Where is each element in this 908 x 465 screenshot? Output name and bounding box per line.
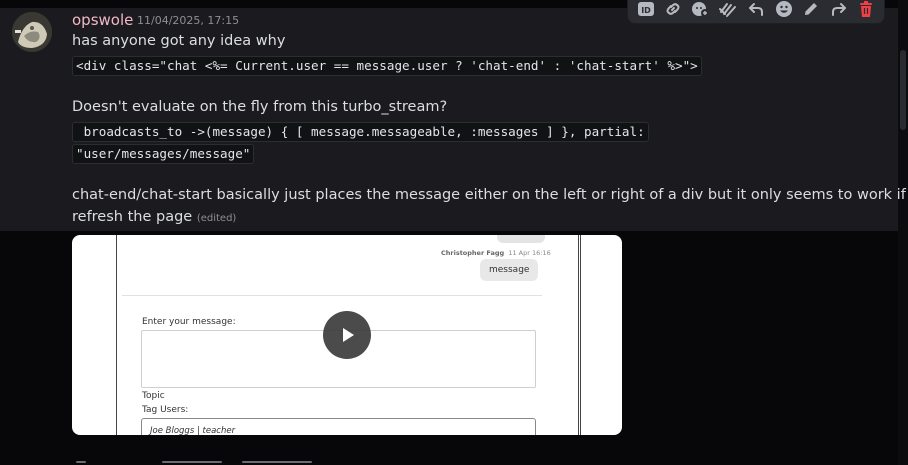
scrollbar-thumb[interactable] (900, 50, 906, 130)
video-tag-value: Joe Bloggs | teacher (150, 426, 236, 435)
copy-link-icon (666, 3, 680, 15)
edit-button[interactable] (799, 0, 823, 22)
delete-button[interactable] (855, 0, 879, 22)
video-attachment[interactable]: Christopher Fagg 11 Apr 16:16 message En… (72, 235, 622, 435)
edited-label: (edited) (196, 213, 237, 224)
next-message-fragment (242, 461, 312, 463)
message-text-line-2: Doesn't evaluate on the fly from this tu… (72, 99, 448, 115)
video-sent-time: 11 Apr 16:16 (508, 249, 551, 257)
video-label-tag: Tag Users: (142, 405, 189, 415)
copy-id-icon: ID (637, 2, 654, 16)
inline-code-2b: "user/messages/message" (72, 144, 255, 164)
video-label-message: Enter your message: (142, 317, 236, 327)
next-message-fragment (162, 461, 222, 463)
apps-icon (719, 3, 737, 17)
add-reaction-button[interactable] (689, 0, 713, 22)
play-button[interactable] (323, 311, 371, 359)
reply-icon (749, 3, 764, 16)
emoji-icon (775, 1, 792, 17)
video-message-bubble: message (480, 259, 539, 281)
emoji-button[interactable] (772, 0, 796, 22)
svg-text:ID: ID (641, 6, 651, 15)
apps-button[interactable] (717, 0, 741, 22)
video-divider (122, 295, 542, 296)
inline-code-1: <div class="chat <%= Current.user == mes… (72, 56, 702, 76)
video-frame-edge (578, 235, 581, 435)
message-text-line-3: chat-end/chat-start basically just place… (72, 187, 908, 203)
edit-icon (805, 3, 818, 15)
forward-icon (831, 3, 846, 16)
message-actions-toolbar: ID (627, 0, 885, 24)
message-text-line-1: has anyone got any idea why (72, 33, 286, 49)
video-sender: Christopher Fagg (441, 249, 505, 257)
video-prev-bubble (497, 235, 545, 243)
message-text-line-4-text: refresh the page (72, 209, 193, 225)
reply-button[interactable] (744, 0, 768, 22)
play-icon (343, 328, 354, 342)
delete-icon (860, 1, 873, 17)
inline-code-2a: broadcasts_to ->(message) { [ message.me… (72, 122, 649, 142)
copy-id-button[interactable]: ID (634, 0, 658, 22)
message-text-line-4: refresh the page (edited) (72, 209, 236, 225)
copy-link-button[interactable] (662, 0, 686, 22)
video-sender-meta: Christopher Fagg 11 Apr 16:16 (441, 249, 551, 257)
message-timestamp: 11/04/2025, 17:15 (137, 14, 240, 27)
video-tag-input: Joe Bloggs | teacher (141, 418, 536, 435)
video-label-topic: Topic (142, 391, 165, 401)
forward-button[interactable] (827, 0, 851, 22)
next-message-peek (72, 459, 332, 465)
avatar[interactable] (12, 12, 52, 52)
message-author[interactable]: opswole (72, 11, 133, 29)
add-reaction-icon (691, 2, 709, 17)
next-message-fragment (76, 461, 86, 463)
